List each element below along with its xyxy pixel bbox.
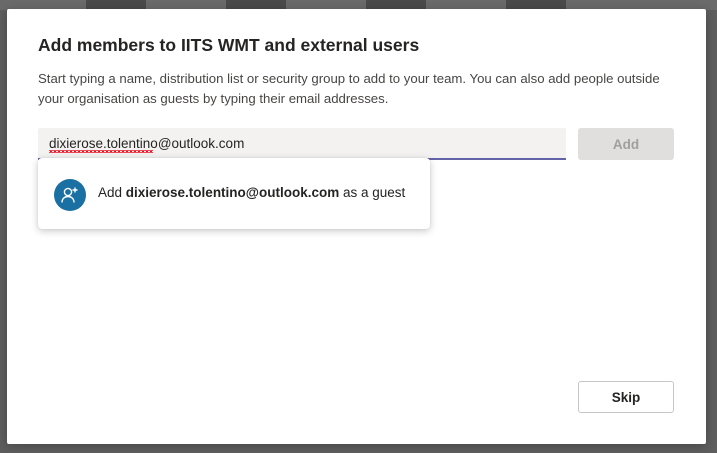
add-members-dialog: Add members to IITS WMT and external use… [7, 9, 706, 444]
add-guest-icon [54, 179, 86, 211]
member-search-box[interactable] [38, 128, 566, 160]
dialog-description: Start typing a name, distribution list o… [38, 71, 660, 106]
suggestion-email: dixierose.tolentino@outlook.com [125, 185, 340, 200]
member-search-input[interactable] [38, 128, 566, 158]
dialog-title: Add members to IITS WMT and external use… [38, 35, 420, 55]
suggestion-prefix: Add [98, 185, 126, 200]
add-guest-suggestion[interactable]: Add dixierose.tolentino@outlook.com as a… [38, 158, 430, 229]
suggestion-suffix: as a guest [339, 185, 406, 200]
suggestion-dropdown: Add dixierose.tolentino@outlook.com as a… [38, 158, 430, 229]
skip-button[interactable]: Skip [578, 381, 674, 413]
add-button[interactable]: Add [578, 128, 674, 160]
suggestion-label: Add dixierose.tolentino@outlook.com as a… [98, 185, 405, 200]
spellcheck-underline [49, 150, 153, 153]
